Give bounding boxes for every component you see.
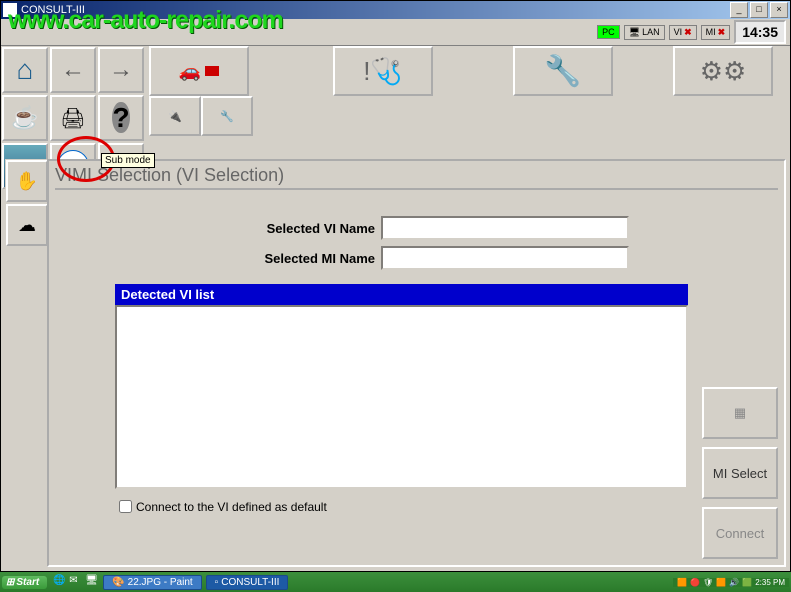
default-vi-checkbox[interactable] xyxy=(119,500,132,513)
gears-icon: ⚙⚙ xyxy=(700,56,747,87)
start-icon: ⊞ xyxy=(6,577,14,588)
tray-icon[interactable]: 🟧 xyxy=(716,578,726,587)
detected-vi-list[interactable] xyxy=(115,305,688,489)
selected-mi-input[interactable] xyxy=(381,246,629,270)
home-icon xyxy=(17,54,34,86)
window-title: CONSULT-III xyxy=(21,4,85,16)
tool-group-2[interactable]: !🩺 xyxy=(333,46,433,96)
minimize-button[interactable]: _ xyxy=(730,2,748,18)
home-button[interactable] xyxy=(2,47,48,93)
status-vi: VI✖ xyxy=(669,25,697,40)
tray-icon[interactable]: 🔊 xyxy=(729,578,739,587)
quick-launch: 🌐 ✉ 🖥 xyxy=(53,575,99,589)
tray-time: 2:35 PM xyxy=(755,578,785,587)
detected-list-header: Detected VI list xyxy=(115,284,688,305)
tray-icon[interactable]: 🟩 xyxy=(742,578,752,587)
default-vi-label: Connect to the VI defined as default xyxy=(136,500,327,514)
status-pc: PC xyxy=(597,25,620,39)
wrench-icon: 🔧 xyxy=(544,54,581,89)
mi-select-button[interactable]: MI Select xyxy=(702,447,778,499)
selected-mi-label: Selected MI Name xyxy=(165,251,381,266)
refresh-icon: ▦ xyxy=(734,405,746,421)
car-icon xyxy=(179,61,201,82)
sidebar-tool-1[interactable]: ✋ xyxy=(6,160,48,202)
meter-icon xyxy=(205,66,219,76)
start-button[interactable]: ⊞Start xyxy=(2,576,47,589)
clock: 14:35 xyxy=(734,20,786,44)
taskbar: ⊞Start 🌐 ✉ 🖥 🎨22.JPG - Paint ▫CONSULT-II… xyxy=(0,572,791,592)
tray-icon[interactable]: 🔴 xyxy=(690,578,700,587)
tool-group-3[interactable]: 🔧 xyxy=(513,46,613,96)
titlebar: CONSULT-III _ □ × xyxy=(1,1,790,19)
status-mi: MI✖ xyxy=(701,25,731,40)
diagnosis-button[interactable] xyxy=(149,46,249,96)
connect-button[interactable]: Connect xyxy=(702,507,778,559)
back-icon xyxy=(61,56,85,84)
sub-mode-tooltip: Sub mode xyxy=(101,153,155,168)
rest-button[interactable] xyxy=(2,95,48,141)
tray-icon[interactable]: 🟧 xyxy=(677,578,687,587)
tool-group-4[interactable]: ⚙⚙ xyxy=(673,46,773,96)
status-bar: PC 🖥LAN VI✖ MI✖ 14:35 xyxy=(1,19,790,46)
print-button[interactable] xyxy=(50,95,96,141)
close-button[interactable]: × xyxy=(770,2,788,18)
selected-vi-label: Selected VI Name xyxy=(165,221,381,236)
tray-icon[interactable]: 🛡 xyxy=(703,578,713,587)
back-button[interactable] xyxy=(50,47,96,93)
selected-vi-input[interactable] xyxy=(381,216,629,240)
task-paint[interactable]: 🎨22.JPG - Paint xyxy=(103,575,201,590)
consult-icon: ▫ xyxy=(215,577,219,588)
system-tray: 🟧 🔴 🛡 🟧 🔊 🟩 2:35 PM xyxy=(673,578,789,587)
content-panel: VIMI Selection (VI Selection) Selected V… xyxy=(47,159,786,567)
sub-tool-2[interactable]: 🔧 xyxy=(201,96,253,136)
task-consult[interactable]: ▫CONSULT-III xyxy=(206,575,289,590)
stethoscope-icon: !🩺 xyxy=(363,56,403,87)
help-button[interactable] xyxy=(98,95,144,141)
ql-ie-icon[interactable]: 🌐 xyxy=(53,575,67,589)
sidebar-tool-2[interactable]: ☁ xyxy=(6,204,48,246)
page-title: VIMI Selection (VI Selection) xyxy=(55,165,778,190)
paint-icon: 🎨 xyxy=(112,577,124,588)
forward-button[interactable] xyxy=(98,47,144,93)
printer-icon xyxy=(60,106,85,131)
icon-button[interactable]: ▦ xyxy=(702,387,778,439)
app-icon xyxy=(3,3,17,17)
forward-icon xyxy=(109,56,133,84)
help-icon xyxy=(112,103,129,133)
maximize-button[interactable]: □ xyxy=(750,2,768,18)
status-lan: 🖥LAN xyxy=(624,25,665,40)
sub-tool-1[interactable]: 🔌 xyxy=(149,96,201,136)
app-window: CONSULT-III _ □ × PC 🖥LAN VI✖ MI✖ 14:35 xyxy=(0,0,791,572)
ql-desktop-icon[interactable]: 🖥 xyxy=(85,575,99,589)
ql-mail-icon[interactable]: ✉ xyxy=(69,575,83,589)
left-sidebar: ✋ ☁ xyxy=(5,159,47,567)
coffee-icon xyxy=(11,105,38,131)
